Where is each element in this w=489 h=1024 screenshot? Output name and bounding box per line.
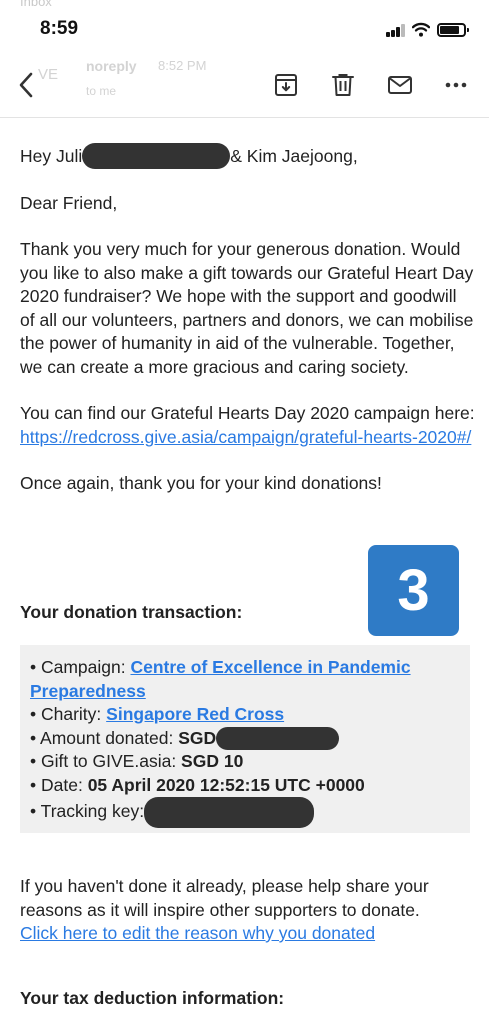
number-badge: 3 bbox=[368, 545, 459, 636]
amount-value: SGD bbox=[178, 727, 217, 748]
amount-row: • Amount donated: SGD bbox=[30, 727, 460, 751]
back-chevron-icon[interactable] bbox=[14, 68, 40, 102]
greeting-end: & Kim Jaejoong, bbox=[230, 146, 358, 166]
redacted-name bbox=[82, 142, 231, 169]
status-bar: 8:59 bbox=[0, 14, 489, 44]
email-body: Hey Juli & Kim Jaejoong, Dear Friend, Tha… bbox=[20, 142, 475, 496]
share-text: If you haven't done it already, please h… bbox=[20, 876, 429, 920]
date-value: 05 April 2020 12:52:15 UTC +0000 bbox=[87, 774, 365, 795]
sender-avatar: VE bbox=[38, 66, 59, 83]
cellular-signal-icon bbox=[386, 24, 406, 37]
charity-link[interactable]: Singapore Red Cross bbox=[106, 704, 284, 724]
greeting-line: Hey Juli & Kim Jaejoong, bbox=[20, 142, 475, 169]
campaign-label: • Campaign: bbox=[30, 657, 131, 677]
mail-icon[interactable] bbox=[387, 72, 413, 98]
campaign-text: You can find our Grateful Hearts Day 202… bbox=[20, 403, 475, 424]
archive-icon[interactable] bbox=[273, 72, 299, 98]
wifi-icon bbox=[412, 22, 430, 37]
redacted-amount bbox=[216, 727, 340, 751]
date-label: • Date: bbox=[30, 774, 88, 795]
more-options-icon[interactable] bbox=[443, 72, 469, 98]
battery-icon bbox=[437, 23, 469, 37]
campaign-paragraph: You can find our Grateful Hearts Day 202… bbox=[20, 402, 475, 449]
campaign-link[interactable]: https://redcross.give.asia/campaign/grat… bbox=[20, 427, 471, 447]
campaign-row: • Campaign: Centre of Excellence in Pand… bbox=[30, 656, 460, 703]
redacted-tracking-key bbox=[144, 797, 315, 829]
trash-icon[interactable] bbox=[330, 72, 356, 98]
body-paragraph: Thank you very much for your generous do… bbox=[20, 239, 474, 377]
share-section: If you haven't done it already, please h… bbox=[20, 875, 475, 946]
greeting-start: Hey Juli bbox=[20, 146, 83, 166]
gift-row: • Gift to GIVE.asia: SGD 10 bbox=[30, 750, 460, 774]
salutation: Dear Friend, bbox=[20, 192, 118, 213]
ghost-inbox-label: Inbox bbox=[20, 0, 52, 9]
status-time: 8:59 bbox=[40, 18, 79, 39]
amount-label: • Amount donated: bbox=[30, 727, 179, 748]
edit-reason-link[interactable]: Click here to edit the reason why you do… bbox=[20, 923, 375, 943]
transaction-heading: Your donation transaction: bbox=[20, 602, 243, 622]
gift-value: SGD 10 bbox=[181, 751, 244, 772]
tracking-row: • Tracking key: bbox=[30, 797, 460, 829]
tracking-label: • Tracking key: bbox=[30, 801, 145, 822]
sender-name: noreply bbox=[86, 58, 137, 74]
gift-label: • Gift to GIVE.asia: bbox=[30, 751, 182, 772]
tax-heading: Your tax deduction information: bbox=[20, 988, 285, 1008]
charity-row: • Charity: Singapore Red Cross bbox=[30, 703, 460, 727]
date-row: • Date: 05 April 2020 12:52:15 UTC +0000 bbox=[30, 774, 460, 798]
transaction-box: • Campaign: Centre of Excellence in Pand… bbox=[20, 645, 470, 833]
charity-label: • Charity: bbox=[30, 704, 107, 724]
thanks-again: Once again, thank you for your kind dona… bbox=[20, 473, 382, 494]
recipient-label: to me bbox=[86, 84, 117, 98]
email-toolbar: VE noreply 8:52 PM to me bbox=[0, 52, 489, 118]
sent-time: 8:52 PM bbox=[158, 58, 207, 73]
